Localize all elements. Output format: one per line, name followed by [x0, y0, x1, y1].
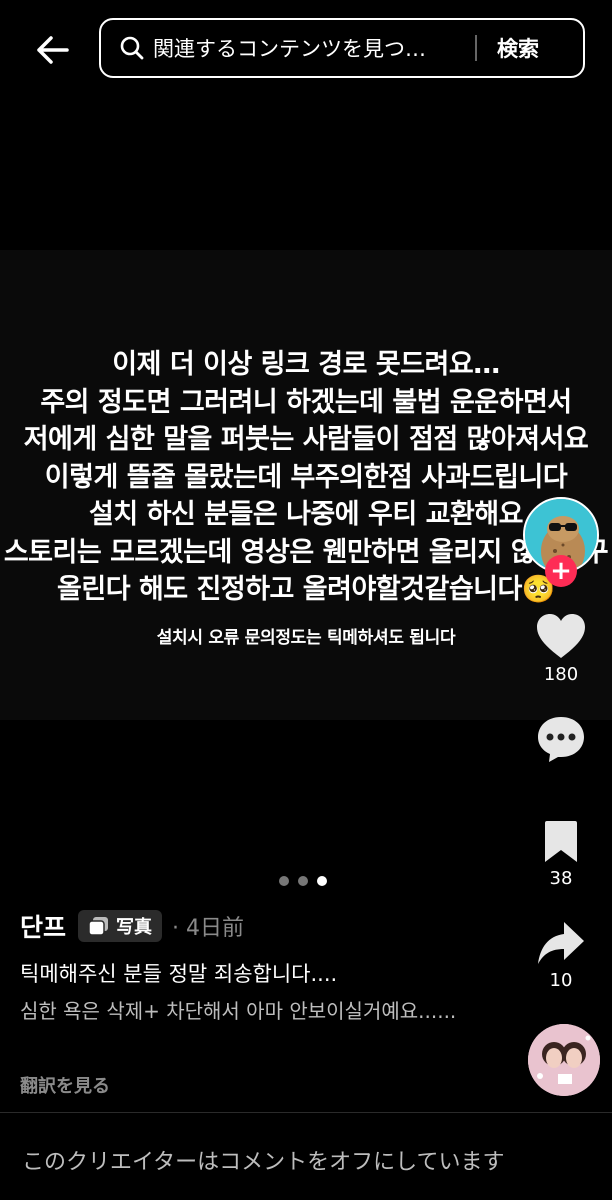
photo-text-line: 이렇게 뜰줄 몰랐는데 부주의한점 사과드립니다 — [44, 461, 568, 493]
bookmark-action[interactable]: 38 — [525, 820, 597, 889]
like-action[interactable]: 180 — [525, 612, 597, 685]
photo-text-line: 스토리는 모르겠는데 영상은 웬만하면 올리지 않으려구 — [3, 536, 609, 568]
music-disc-image — [528, 1024, 600, 1096]
search-icon — [119, 35, 145, 61]
photo-text-line: 올린다 해도 진정하고 올려야할것같습니다🥺 — [57, 574, 555, 605]
photo-badge: 写真 — [78, 910, 163, 942]
share-action[interactable]: 10 — [525, 920, 597, 991]
search-divider — [475, 35, 477, 61]
photo-pagination — [279, 876, 327, 886]
bookmark-count: 38 — [549, 868, 573, 889]
back-arrow-icon — [37, 36, 69, 64]
comment-icon — [538, 717, 584, 762]
post-caption: 틱메해주신 분들 정말 죄송합니다.... — [20, 962, 338, 986]
post-meta: 단프 写真 · 4日前 — [20, 908, 244, 944]
photo-icon — [88, 917, 109, 936]
comments-disabled-notice: このクリエイターはコメントをオフにしています — [22, 1150, 505, 1175]
search-bar[interactable]: 関連するコンテンツを見つ… 検索 — [99, 18, 585, 78]
music-disc[interactable] — [528, 1024, 600, 1096]
comment-action[interactable] — [525, 714, 597, 764]
pagination-dot[interactable] — [279, 876, 289, 886]
author-name[interactable]: 단프 — [20, 908, 66, 944]
photo-badge-label: 写真 — [116, 917, 153, 938]
follow-button[interactable]: + — [545, 555, 577, 587]
post-photo[interactable]: 이제 더 이상 링크 경로 못드려요… 주의 정도면 그러려니 하겠는데 불법 … — [0, 250, 612, 720]
pagination-dot[interactable] — [298, 876, 308, 886]
share-count: 10 — [549, 970, 573, 991]
photo-text-line: 이제 더 이상 링크 경로 못드려요… — [112, 349, 500, 380]
photo-text-small: 설치시 오류 문의정도는 틱메하셔도 됩니다 — [156, 627, 456, 648]
pagination-dot-active[interactable] — [317, 876, 327, 886]
back-button[interactable] — [30, 28, 74, 72]
bookmark-icon — [545, 821, 577, 862]
translate-link[interactable]: 翻訳を見る — [20, 1072, 110, 1098]
photo-text-block: 이제 더 이상 링크 경로 못드려요… 주의 정도면 그러려니 하겠는데 불법 … — [0, 346, 612, 648]
photo-text-line: 주의 정도면 그러려니 하겠는데 불법 운운하면서 — [40, 386, 572, 418]
top-bar: 関連するコンテンツを見つ… 検索 — [0, 0, 612, 96]
search-button[interactable]: 検索 — [497, 33, 539, 63]
photo-text-line: 저에게 심한 말을 퍼붓는 사람들이 점점 많아져서요 — [23, 424, 589, 455]
share-icon — [538, 922, 584, 964]
photo-text-line: 설치 하신 분들은 나중에 우티 교환해요 — [89, 499, 523, 530]
heart-icon — [537, 614, 585, 658]
search-input[interactable]: 関連するコンテンツを見つ… — [153, 33, 453, 63]
plus-icon: + — [550, 556, 572, 586]
post-caption-sub: 심한 욕은 삭제+ 차단해서 아마 안보이실거예요...... — [20, 999, 457, 1023]
post-date: · 4日前 — [172, 916, 244, 941]
footer-separator — [0, 1112, 612, 1113]
like-count: 180 — [543, 664, 579, 685]
